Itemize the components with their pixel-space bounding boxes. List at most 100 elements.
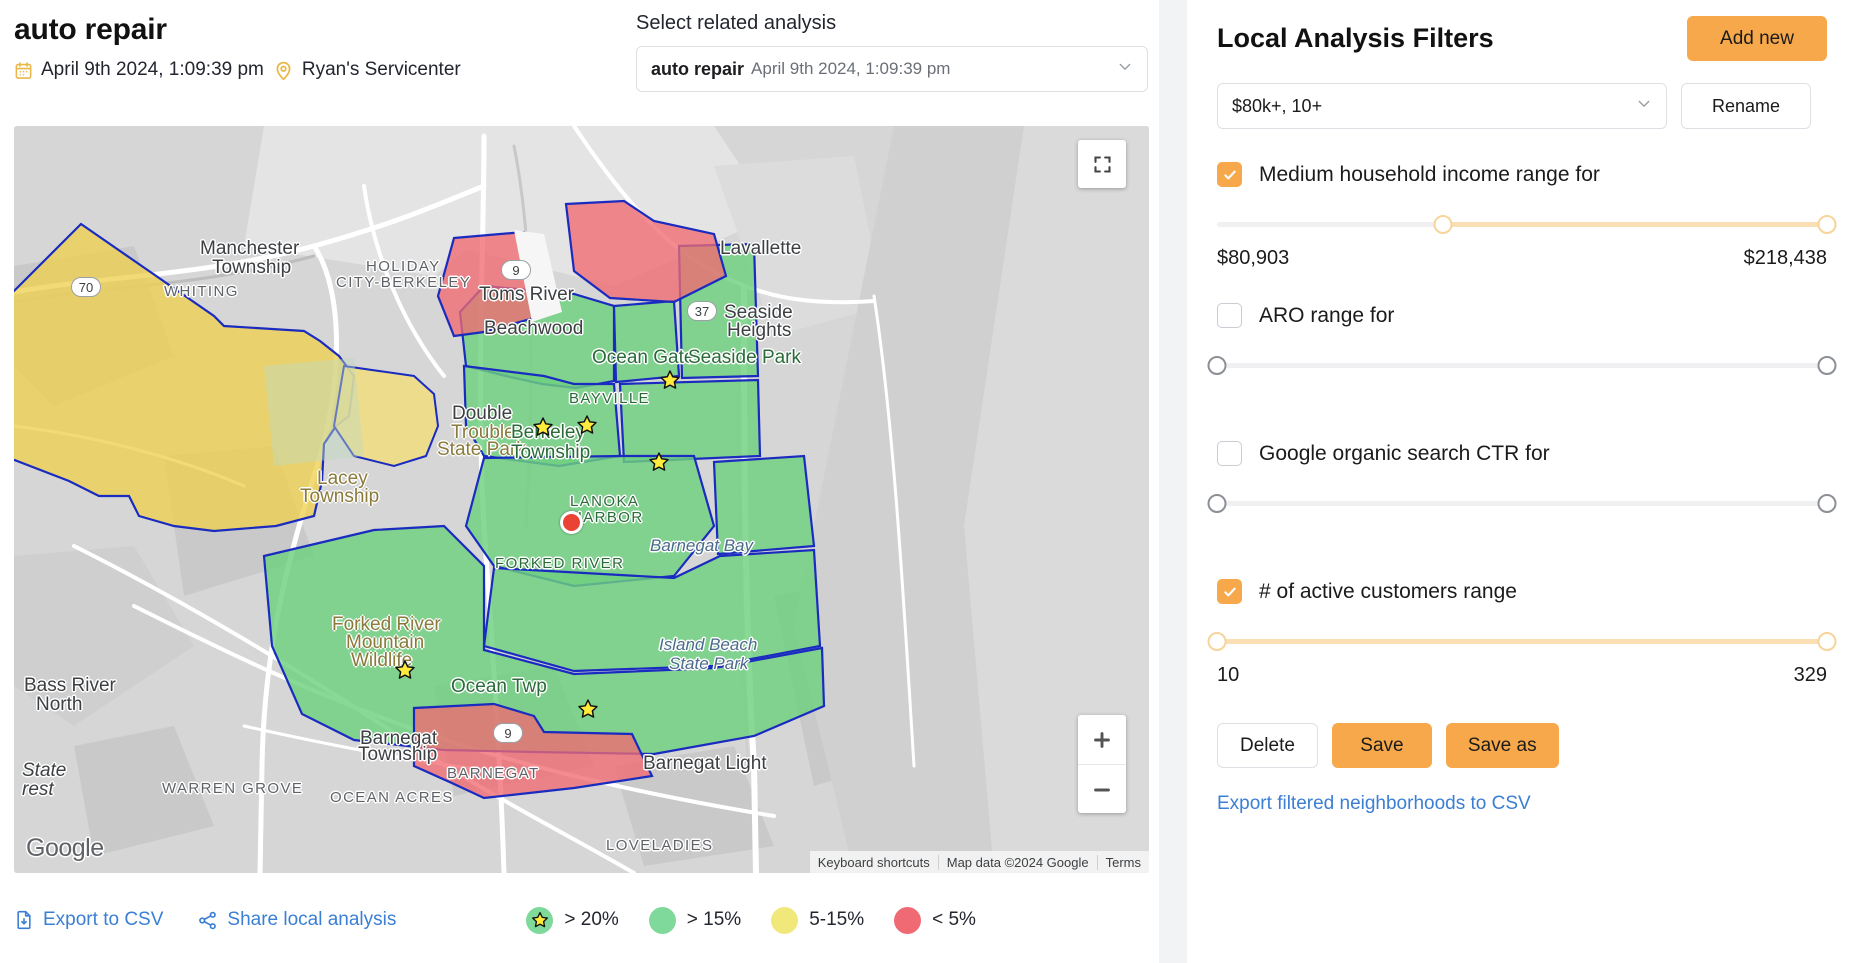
filter-label: ARO range for — [1259, 303, 1395, 327]
slider-spacer — [1217, 380, 1827, 408]
slider-handle-high[interactable] — [1817, 215, 1837, 234]
filter-label: Google organic search CTR for — [1259, 441, 1550, 465]
analysis-select[interactable]: auto repair April 9th 2024, 1:09:39 pm — [636, 46, 1148, 92]
filters-panel: Local Analysis Filters Add new $80k+, 10… — [1187, 0, 1867, 963]
slider-handle-low[interactable] — [1433, 215, 1453, 234]
business-location-marker[interactable] — [560, 511, 583, 534]
meta-row: April 9th 2024, 1:09:39 pm Ryan's Servic… — [14, 59, 634, 81]
legend-label: 5-15% — [809, 909, 865, 930]
star-marker-icon[interactable] — [576, 414, 598, 436]
fullscreen-icon[interactable] — [1078, 140, 1126, 188]
star-marker-icon[interactable] — [577, 698, 599, 720]
highway-shield-icon: 37 — [687, 301, 717, 321]
slider-handle-high[interactable] — [1817, 356, 1837, 375]
export-to-csv-link[interactable]: Export to CSV — [14, 909, 163, 931]
range-slider[interactable] — [1207, 488, 1837, 518]
keyboard-shortcuts-link[interactable]: Keyboard shortcuts — [810, 855, 938, 870]
share-local-analysis-link[interactable]: Share local analysis — [197, 909, 396, 931]
delete-button[interactable]: Delete — [1217, 723, 1318, 768]
highway-shield-icon: 9 — [501, 260, 531, 280]
legend-color-dot — [894, 906, 922, 934]
slider-value-row: $80,903 $218,438 — [1217, 247, 1827, 270]
map-data-text: Map data ©2024 Google — [937, 854, 1097, 870]
filter-group-header: # of active customers range — [1217, 579, 1827, 604]
legend-color-dot — [648, 906, 676, 934]
star-marker-icon[interactable] — [394, 659, 416, 681]
slider-value-row: 10 329 — [1217, 664, 1827, 687]
slider-handle-high[interactable] — [1817, 632, 1837, 651]
star-marker-icon[interactable] — [532, 416, 554, 438]
legend-label: > 15% — [686, 909, 742, 930]
filter-label: # of active customers range — [1259, 579, 1517, 603]
page-title: auto repair — [14, 13, 167, 46]
filter-checkbox[interactable] — [1217, 303, 1242, 328]
legend-item: 5-15% — [771, 906, 865, 934]
filter-preset-row: $80k+, 10+ Rename — [1217, 83, 1827, 129]
filter-checkbox[interactable] — [1217, 162, 1242, 187]
export-to-csv-label: Export to CSV — [43, 909, 164, 930]
filter-group-header: Google organic search CTR for — [1217, 441, 1827, 466]
slider-max-value: 329 — [1793, 664, 1827, 686]
slider-handle-low[interactable] — [1207, 632, 1227, 651]
map-canvas[interactable]: Manchester Township HOLIDAY CITY-BERKELEY WH… — [14, 126, 1149, 873]
zoom-in-button[interactable] — [1078, 715, 1126, 764]
legend-label: < 5% — [932, 909, 976, 930]
meta-date: April 9th 2024, 1:09:39 pm — [14, 59, 264, 81]
range-slider[interactable] — [1207, 350, 1837, 380]
star-marker-icon[interactable] — [659, 369, 681, 391]
slider-fill — [1442, 222, 1827, 227]
footer: Export to CSV Share local analysis > 20%… — [14, 890, 1149, 950]
slider-handle-high[interactable] — [1817, 494, 1837, 513]
legend-item: > 15% — [648, 906, 742, 934]
map-legend: > 20% > 15% 5-15% < 5% — [526, 906, 976, 934]
filter-group-header: ARO range for — [1217, 303, 1827, 328]
star-marker-icon[interactable] — [648, 451, 670, 473]
filter-group: Medium household income range for $80,903… — [1217, 162, 1837, 270]
legend-label: > 20% — [564, 909, 619, 930]
save-as-button[interactable]: Save as — [1445, 723, 1559, 768]
legend-item: < 5% — [894, 906, 976, 934]
map-pin-icon — [273, 60, 294, 81]
legend-item: > 20% — [526, 906, 619, 934]
filter-group: # of active customers range 10 329 — [1207, 579, 1837, 687]
meta-location-text: Ryan's Servicenter — [301, 59, 461, 80]
legend-star-icon — [526, 906, 554, 934]
range-slider[interactable] — [1207, 626, 1837, 656]
map-zoom-control[interactable] — [1078, 715, 1126, 813]
share-local-analysis-label: Share local analysis — [227, 909, 397, 930]
filter-checkbox[interactable] — [1217, 579, 1242, 604]
file-download-icon — [14, 910, 34, 930]
rename-button[interactable]: Rename — [1681, 83, 1811, 129]
filters-title: Local Analysis Filters — [1217, 23, 1494, 53]
legend-color-dot — [771, 906, 799, 934]
save-button[interactable]: Save — [1331, 723, 1432, 768]
slider-handle-low[interactable] — [1207, 356, 1227, 375]
slider-spacer — [1217, 518, 1827, 546]
zoom-out-button[interactable] — [1078, 765, 1126, 813]
analysis-select-value: auto repair — [651, 58, 745, 79]
filters-header: Local Analysis Filters Add new — [1217, 16, 1827, 61]
slider-handle-low[interactable] — [1207, 494, 1227, 513]
filter-checkbox[interactable] — [1217, 441, 1242, 466]
map-graphics — [14, 126, 1149, 873]
filter-actions: Delete Save Save as — [1217, 723, 1827, 768]
app-root: auto repair April 9th 2024, 1:09:39 pm R… — [0, 0, 1867, 963]
meta-location: Ryan's Servicenter — [273, 59, 461, 81]
terms-link[interactable]: Terms — [1096, 854, 1149, 870]
filter-group: ARO range for — [1207, 303, 1837, 408]
range-slider[interactable] — [1217, 209, 1837, 239]
chevron-down-icon — [1636, 96, 1652, 117]
export-filtered-neighborhoods-link[interactable]: Export filtered neighborhoods to CSV — [1217, 793, 1531, 815]
left-panel: auto repair April 9th 2024, 1:09:39 pm R… — [0, 0, 1159, 963]
panel-divider — [1159, 0, 1187, 963]
slider-min-value: $80,903 — [1217, 247, 1290, 269]
analysis-select-label: Select related analysis — [636, 12, 837, 34]
add-new-button[interactable]: Add new — [1687, 16, 1827, 61]
filter-label: Medium household income range for — [1259, 162, 1600, 186]
filter-group-header: Medium household income range for — [1217, 162, 1827, 187]
filter-preset-select[interactable]: $80k+, 10+ — [1217, 83, 1667, 129]
highway-shield-icon: 70 — [71, 277, 101, 297]
title-block: auto repair April 9th 2024, 1:09:39 pm R… — [14, 10, 634, 81]
analysis-select-block: Select related analysis auto repair Apri… — [636, 12, 1156, 92]
filter-group: Google organic search CTR for — [1207, 441, 1837, 546]
